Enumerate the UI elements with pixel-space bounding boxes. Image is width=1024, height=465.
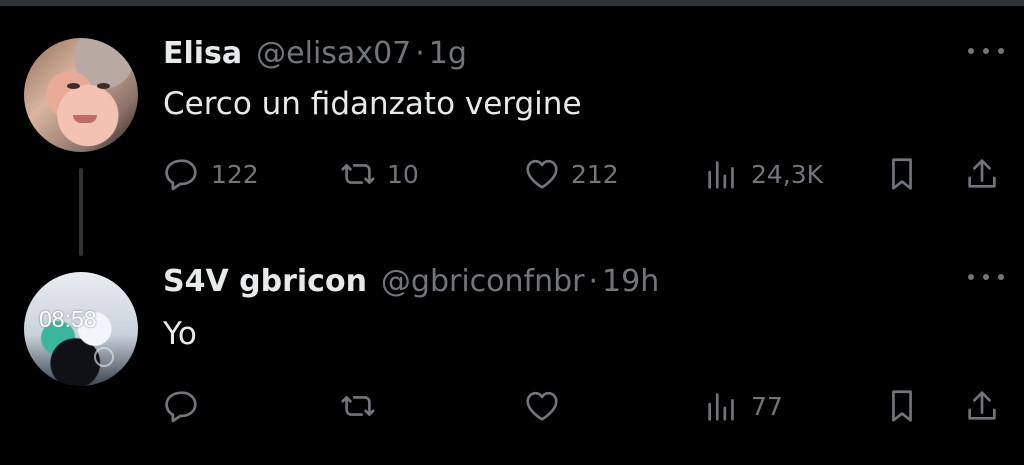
bookmark-icon: [883, 387, 921, 425]
avatar-mouth: [73, 115, 97, 123]
tweet-actions: 122 10 212 24,3K: [163, 154, 1013, 194]
share-icon: [963, 387, 1001, 425]
views-icon: [703, 155, 741, 193]
share-button[interactable]: [963, 386, 1001, 426]
more-dot: [983, 274, 989, 280]
more-dot: [998, 48, 1004, 54]
timestamp[interactable]: 19h: [602, 264, 659, 299]
bookmark-icon: [883, 155, 921, 193]
tweet-text: Cerco un fidanzato vergine: [163, 86, 582, 122]
heart-icon: [523, 387, 561, 425]
avatar[interactable]: 08:58: [24, 272, 138, 386]
top-divider: [0, 0, 1024, 6]
tweet-gbricon[interactable]: 08:58 S4V gbricon @gbriconfnbr · 19h Yo: [0, 262, 1024, 452]
retweet-count: 10: [387, 159, 419, 189]
retweet-icon: [339, 155, 377, 193]
reply-count: 122: [211, 159, 259, 189]
more-dot: [968, 48, 974, 54]
retweet-icon: [339, 387, 377, 425]
author-name[interactable]: S4V gbricon: [163, 264, 367, 299]
views-button[interactable]: 24,3K: [703, 154, 823, 194]
more-dot: [983, 48, 989, 54]
bookmark-button[interactable]: [883, 386, 921, 426]
avatar-eye-right: [97, 83, 110, 89]
author-handle[interactable]: @gbriconfnbr: [381, 264, 585, 299]
views-button[interactable]: 77: [703, 386, 783, 426]
like-button[interactable]: [523, 386, 571, 426]
more-dot: [968, 274, 974, 280]
tweet-header: Elisa @elisax07 · 1g: [163, 36, 467, 76]
avatar[interactable]: [24, 38, 138, 152]
reply-icon: [163, 155, 201, 193]
avatar-clock-text: 08:58: [39, 306, 97, 332]
retweet-button[interactable]: [339, 386, 387, 426]
views-count: 77: [751, 391, 783, 421]
timestamp[interactable]: 1g: [429, 36, 467, 71]
reply-icon: [163, 387, 201, 425]
tweet-elisa[interactable]: Elisa @elisax07 · 1g Cerco un fidanzato …: [0, 28, 1024, 228]
tweet-actions: 77: [163, 386, 1013, 426]
views-icon: [703, 387, 741, 425]
thread-connector: [79, 168, 83, 256]
share-button[interactable]: [963, 154, 1001, 194]
more-icon[interactable]: [968, 272, 1004, 282]
tweet-text: Yo: [163, 316, 197, 352]
more-dot: [998, 274, 1004, 280]
heart-icon: [523, 155, 561, 193]
author-handle[interactable]: @elisax07: [256, 36, 411, 71]
reply-button[interactable]: 122: [163, 154, 259, 194]
retweet-button[interactable]: 10: [339, 154, 419, 194]
separator-dot: ·: [588, 264, 599, 299]
like-count: 212: [571, 159, 619, 189]
views-count: 24,3K: [751, 159, 824, 189]
like-button[interactable]: 212: [523, 154, 619, 194]
tweet-header: S4V gbricon @gbriconfnbr · 19h: [163, 264, 659, 304]
more-icon[interactable]: [968, 46, 1004, 56]
bookmark-button[interactable]: [883, 154, 921, 194]
author-name[interactable]: Elisa: [163, 36, 242, 71]
separator-dot: ·: [415, 36, 425, 71]
share-icon: [963, 155, 1001, 193]
reply-button[interactable]: [163, 386, 211, 426]
avatar-detail: [94, 347, 114, 367]
avatar-eye-left: [67, 83, 80, 89]
